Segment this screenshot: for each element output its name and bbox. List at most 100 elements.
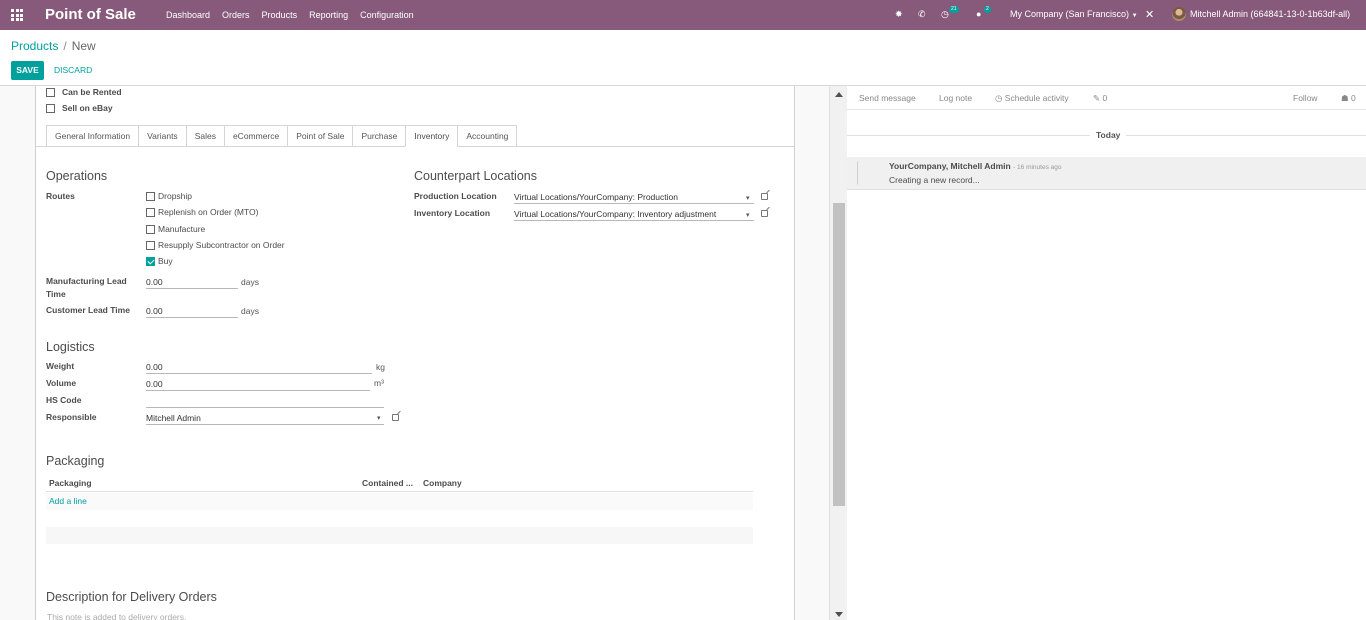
menu-reporting[interactable]: Reporting bbox=[309, 10, 348, 20]
sell-on-ebay-checkbox[interactable] bbox=[46, 104, 55, 113]
hs-code-input[interactable] bbox=[146, 396, 384, 408]
scroll-up-arrow-icon[interactable] bbox=[835, 92, 843, 97]
menu-configuration[interactable]: Configuration bbox=[360, 10, 414, 20]
responsible-input[interactable]: Mitchell Admin bbox=[146, 413, 384, 425]
weight-input[interactable]: 0.00 bbox=[146, 362, 372, 374]
follow-button[interactable]: Follow bbox=[1293, 93, 1318, 103]
message-header: YourCompany, Mitchell Admin - 16 minutes… bbox=[889, 161, 1061, 171]
tab-ecommerce[interactable]: eCommerce bbox=[223, 125, 288, 147]
external-link-icon[interactable] bbox=[761, 193, 768, 200]
app-title: Point of Sale bbox=[45, 6, 136, 23]
sell-on-ebay-label: Sell on eBay bbox=[62, 103, 113, 113]
external-link-icon[interactable] bbox=[392, 414, 399, 421]
schedule-activity-button[interactable]: ◷ Schedule activity bbox=[995, 93, 1069, 104]
followers-count: 0 bbox=[1351, 93, 1356, 103]
form-scrollbar[interactable] bbox=[829, 86, 847, 620]
counterpart-locations-title: Counterpart Locations bbox=[414, 169, 537, 183]
hs-code-label: HS Code bbox=[46, 395, 82, 405]
mfg-lead-time-label-1: Manufacturing Lead bbox=[46, 276, 127, 286]
bug-icon[interactable]: ✸ bbox=[895, 9, 903, 20]
apps-menu-icon[interactable] bbox=[11, 9, 23, 21]
packaging-title: Packaging bbox=[46, 454, 105, 468]
menu-dashboard[interactable]: Dashboard bbox=[166, 10, 210, 20]
message-author-avatar[interactable] bbox=[857, 161, 881, 185]
manufacture-checkbox[interactable] bbox=[146, 225, 155, 234]
production-location-input[interactable]: Virtual Locations/YourCompany: Productio… bbox=[514, 192, 754, 204]
discard-button[interactable]: DISCARD bbox=[54, 61, 92, 80]
message-body: Creating a new record... bbox=[889, 175, 980, 185]
external-link-icon[interactable] bbox=[761, 210, 768, 217]
date-separator: Today bbox=[1090, 130, 1127, 140]
inventory-location-input[interactable]: Virtual Locations/YourCompany: Inventory… bbox=[514, 209, 754, 221]
resupply-subcontractor-checkbox[interactable] bbox=[146, 241, 155, 250]
breadcrumb-products[interactable]: Products bbox=[11, 39, 58, 53]
dropship-label: Dropship bbox=[158, 191, 193, 201]
can-be-rented-checkbox[interactable] bbox=[46, 88, 55, 97]
mfg-lead-time-unit: days bbox=[241, 277, 259, 287]
menu-products[interactable]: Products bbox=[262, 10, 298, 20]
caret-down-icon[interactable]: ▾ bbox=[377, 414, 381, 422]
mto-checkbox[interactable] bbox=[146, 208, 155, 217]
user-avatar[interactable] bbox=[1172, 7, 1186, 21]
save-button[interactable]: SAVE bbox=[11, 61, 44, 80]
user-name: Mitchell Admin (664841-13-0-1b63df-all) bbox=[1190, 9, 1351, 19]
column-packaging[interactable]: Packaging bbox=[49, 478, 92, 488]
tab-general-information[interactable]: General Information bbox=[46, 125, 139, 147]
attachments-count: 0 bbox=[1102, 93, 1108, 103]
log-note-button[interactable]: Log note bbox=[939, 93, 972, 103]
production-location-label: Production Location bbox=[414, 191, 497, 201]
menu-orders[interactable]: Orders bbox=[222, 10, 250, 20]
can-be-rented-label: Can be Rented bbox=[62, 87, 122, 97]
scroll-thumb[interactable] bbox=[833, 203, 845, 506]
user-menu[interactable]: Mitchell Admin (664841-13-0-1b63df-all) bbox=[1190, 9, 1350, 19]
packaging-table-header: Packaging Contained ... Company bbox=[46, 476, 753, 492]
messages-icon[interactable]: ● 2 bbox=[976, 6, 991, 19]
tab-purchase[interactable]: Purchase bbox=[352, 125, 406, 147]
followers-button[interactable]: ☗ 0 bbox=[1341, 93, 1356, 104]
chatter-topbar: Send message Log note ◷ Schedule activit… bbox=[847, 86, 1366, 110]
chatter-panel: Send message Log note ◷ Schedule activit… bbox=[847, 86, 1366, 620]
tab-sales[interactable]: Sales bbox=[185, 125, 224, 147]
add-a-line-link[interactable]: Add a line bbox=[49, 496, 87, 506]
tab-inventory[interactable]: Inventory bbox=[405, 125, 458, 147]
activity-clock-icon[interactable]: ◷ 21 bbox=[941, 6, 959, 20]
mfg-lead-time-input[interactable]: 0.00 bbox=[146, 277, 238, 289]
buy-label: Buy bbox=[158, 256, 173, 266]
company-name: My Company (San Francisco) bbox=[1010, 9, 1130, 19]
messages-badge: 2 bbox=[984, 6, 991, 13]
caret-down-icon[interactable]: ▾ bbox=[746, 211, 750, 219]
message-author[interactable]: YourCompany, Mitchell Admin bbox=[889, 161, 1011, 171]
customer-lead-time-input[interactable]: 0.00 bbox=[146, 306, 238, 318]
tab-accounting[interactable]: Accounting bbox=[457, 125, 518, 147]
volume-input[interactable]: 0.00 bbox=[146, 379, 370, 391]
close-icon[interactable]: ✕ bbox=[1145, 8, 1154, 21]
tab-variants[interactable]: Variants bbox=[138, 125, 186, 147]
column-company[interactable]: Company bbox=[423, 478, 462, 488]
delivery-description-title: Description for Delivery Orders bbox=[46, 590, 217, 604]
column-contained[interactable]: Contained ... bbox=[362, 478, 413, 488]
tab-point-of-sale[interactable]: Point of Sale bbox=[287, 125, 353, 147]
buy-checkbox[interactable] bbox=[146, 257, 155, 266]
message-time: - 16 minutes ago bbox=[1013, 164, 1062, 171]
manufacture-label: Manufacture bbox=[158, 224, 206, 234]
volume-label: Volume bbox=[46, 378, 77, 388]
weight-label: Weight bbox=[46, 361, 75, 371]
breadcrumb: Products / New bbox=[11, 39, 96, 53]
resupply-subcontractor-label: Resupply Subcontractor on Order bbox=[158, 240, 285, 250]
dropship-checkbox[interactable] bbox=[146, 192, 155, 201]
attachments-button[interactable]: ✎ 0 bbox=[1093, 93, 1107, 104]
mto-label: Replenish on Order (MTO) bbox=[158, 207, 259, 217]
scroll-down-arrow-icon[interactable] bbox=[835, 612, 843, 617]
caret-down-icon[interactable]: ▾ bbox=[746, 194, 750, 202]
customer-lead-time-label: Customer Lead Time bbox=[46, 305, 130, 315]
delivery-description-placeholder[interactable]: This note is added to delivery orders. bbox=[47, 612, 186, 620]
activity-badge: 21 bbox=[949, 6, 959, 13]
company-switcher[interactable]: My Company (San Francisco) ▼ bbox=[1010, 9, 1138, 19]
phone-icon[interactable]: ✆ bbox=[918, 9, 926, 20]
send-message-button[interactable]: Send message bbox=[859, 93, 916, 103]
breadcrumb-separator: / bbox=[63, 39, 67, 53]
operations-title: Operations bbox=[46, 169, 108, 183]
control-panel: Products / New SAVE DISCARD bbox=[0, 30, 1366, 86]
volume-unit: m³ bbox=[374, 378, 384, 388]
chevron-down-icon: ▼ bbox=[1131, 13, 1138, 19]
